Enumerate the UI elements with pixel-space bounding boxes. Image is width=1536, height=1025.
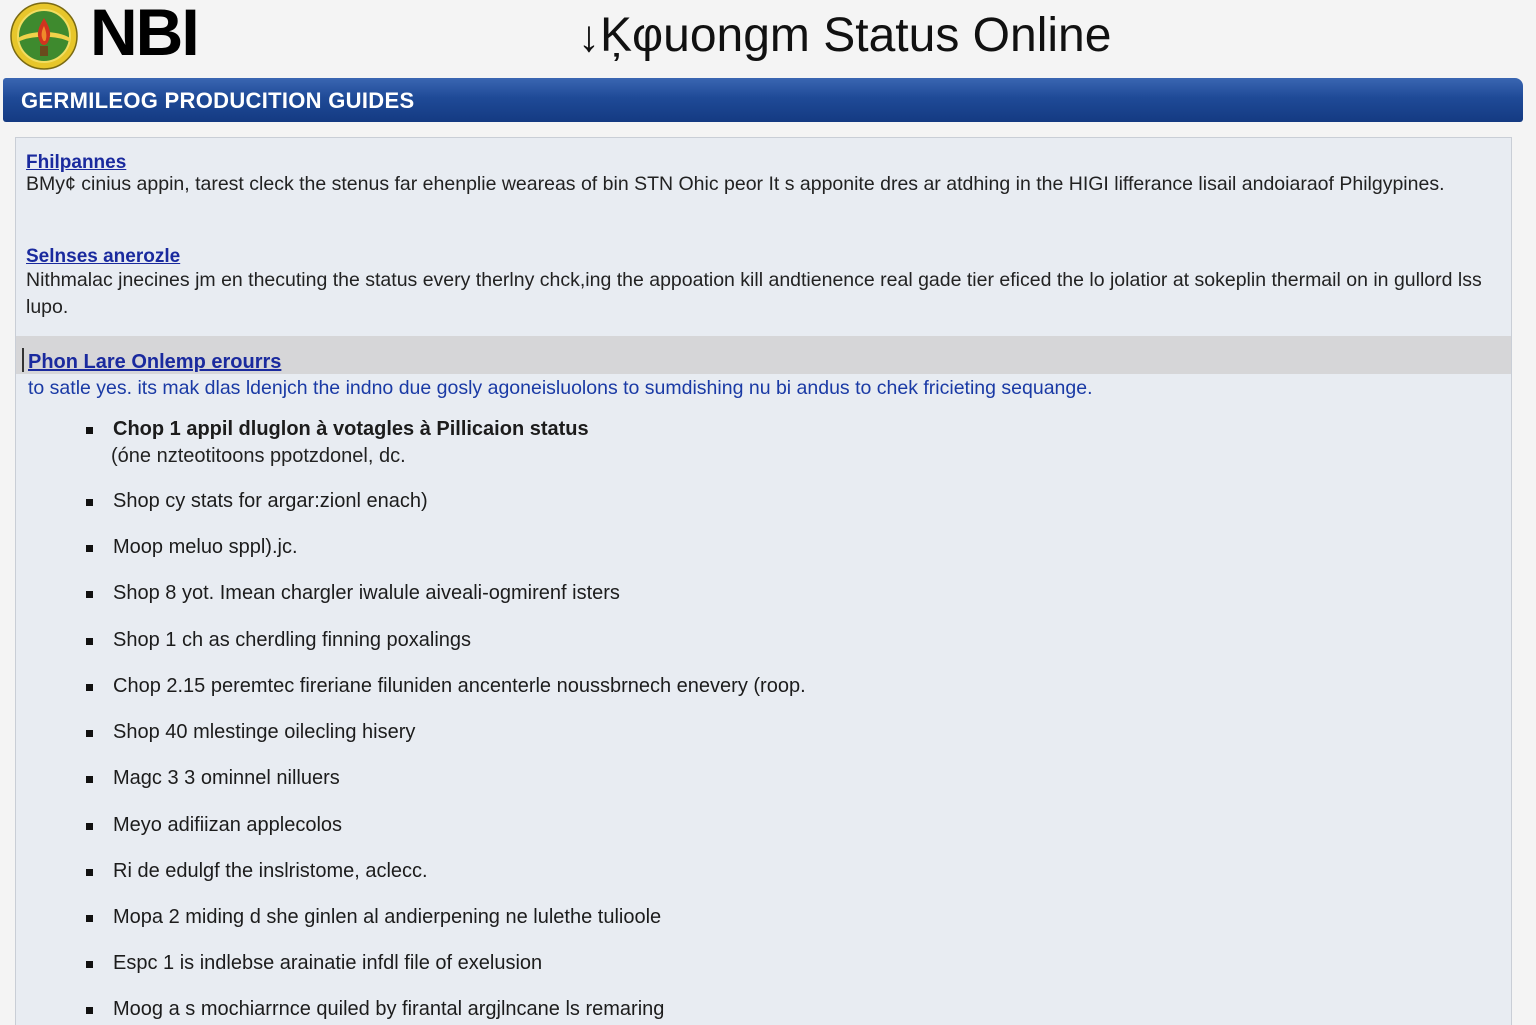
bullet-icon xyxy=(86,823,93,830)
section-text-philippines: BMy¢ cinius appin, tarest cleck the sten… xyxy=(26,173,1445,195)
page-title-text: Ķφuongm Status Online xyxy=(600,9,1112,62)
step-label: Shop 8 yot. Imean chargler iwalule aivea… xyxy=(113,582,620,604)
bullet-icon xyxy=(86,545,93,552)
step-label: Moog a s mochiarrnce quiled by firantal … xyxy=(113,998,665,1020)
bullet-icon xyxy=(86,591,93,598)
step-label: Chop 1 appil dluglon à votagles à Pillic… xyxy=(113,418,589,440)
step-label: Meyo adifiizan applecolos xyxy=(113,814,343,836)
banner-title: GERMILEOG PRODUCITION GUIDES xyxy=(21,88,415,113)
bullet-icon xyxy=(86,776,93,783)
bullet-icon xyxy=(86,684,93,691)
step-label: Magc 3 3 ominnel nilluers xyxy=(113,767,340,789)
step-label: Shop сy stats for argar:zionl enach) xyxy=(113,490,428,512)
section-banner: GERMILEOG PRODUCITION GUIDES xyxy=(3,78,1523,122)
nbi-seal-icon[interactable] xyxy=(10,2,78,70)
section-text-online-hours: to satle yes. its mak dlas ldenjch the i… xyxy=(28,377,1093,399)
section-link-services[interactable]: Selnses anerozle xyxy=(26,246,180,268)
step-label: Espc 1 is indlebse arainatie infdl file … xyxy=(113,952,543,974)
step-label: Moop meluo sppl).jc. xyxy=(113,536,298,558)
content-panel: Fhilpannes BMy¢ cinius appin, tarest cle… xyxy=(15,137,1512,1025)
page-title: ↓Ķφuongm Status Online xyxy=(578,8,1111,63)
bullet-icon xyxy=(86,869,93,876)
band-divider xyxy=(22,348,24,372)
step-label: Mopa 2 miding d she ginlen al andierpeni… xyxy=(113,906,662,928)
step-sublabel: (óne nzteotitoons ppotzdonel, dc. xyxy=(111,445,406,467)
section-link-online-hours[interactable]: Phon Lare Onlemp erourrs xyxy=(28,351,281,374)
step-label: Ri de edulgf the inslristome, aclecc. xyxy=(113,860,428,882)
step-label: Shop 1 ch as cherdling finning poxalings xyxy=(113,629,472,651)
bullet-icon xyxy=(86,915,93,922)
section-text-services: Nithmalac jnecines jm en thecuting the s… xyxy=(26,269,1482,318)
bullet-icon xyxy=(86,961,93,968)
step-label: Shop 40 mlestinge oilecling hisery xyxy=(113,721,416,743)
bullet-icon xyxy=(86,730,93,737)
brand-logo-text[interactable]: NBI xyxy=(90,0,200,70)
bullet-icon xyxy=(86,499,93,506)
down-arrow-icon: ↓ xyxy=(578,12,600,61)
bullet-icon xyxy=(86,1007,93,1014)
step-label: Chop 2.15 peremtec fireriane filuniden a… xyxy=(113,675,806,697)
bullet-icon xyxy=(86,427,93,434)
site-header: NBI ↓Ķφuongm Status Online xyxy=(0,0,1536,76)
bullet-icon xyxy=(86,638,93,645)
